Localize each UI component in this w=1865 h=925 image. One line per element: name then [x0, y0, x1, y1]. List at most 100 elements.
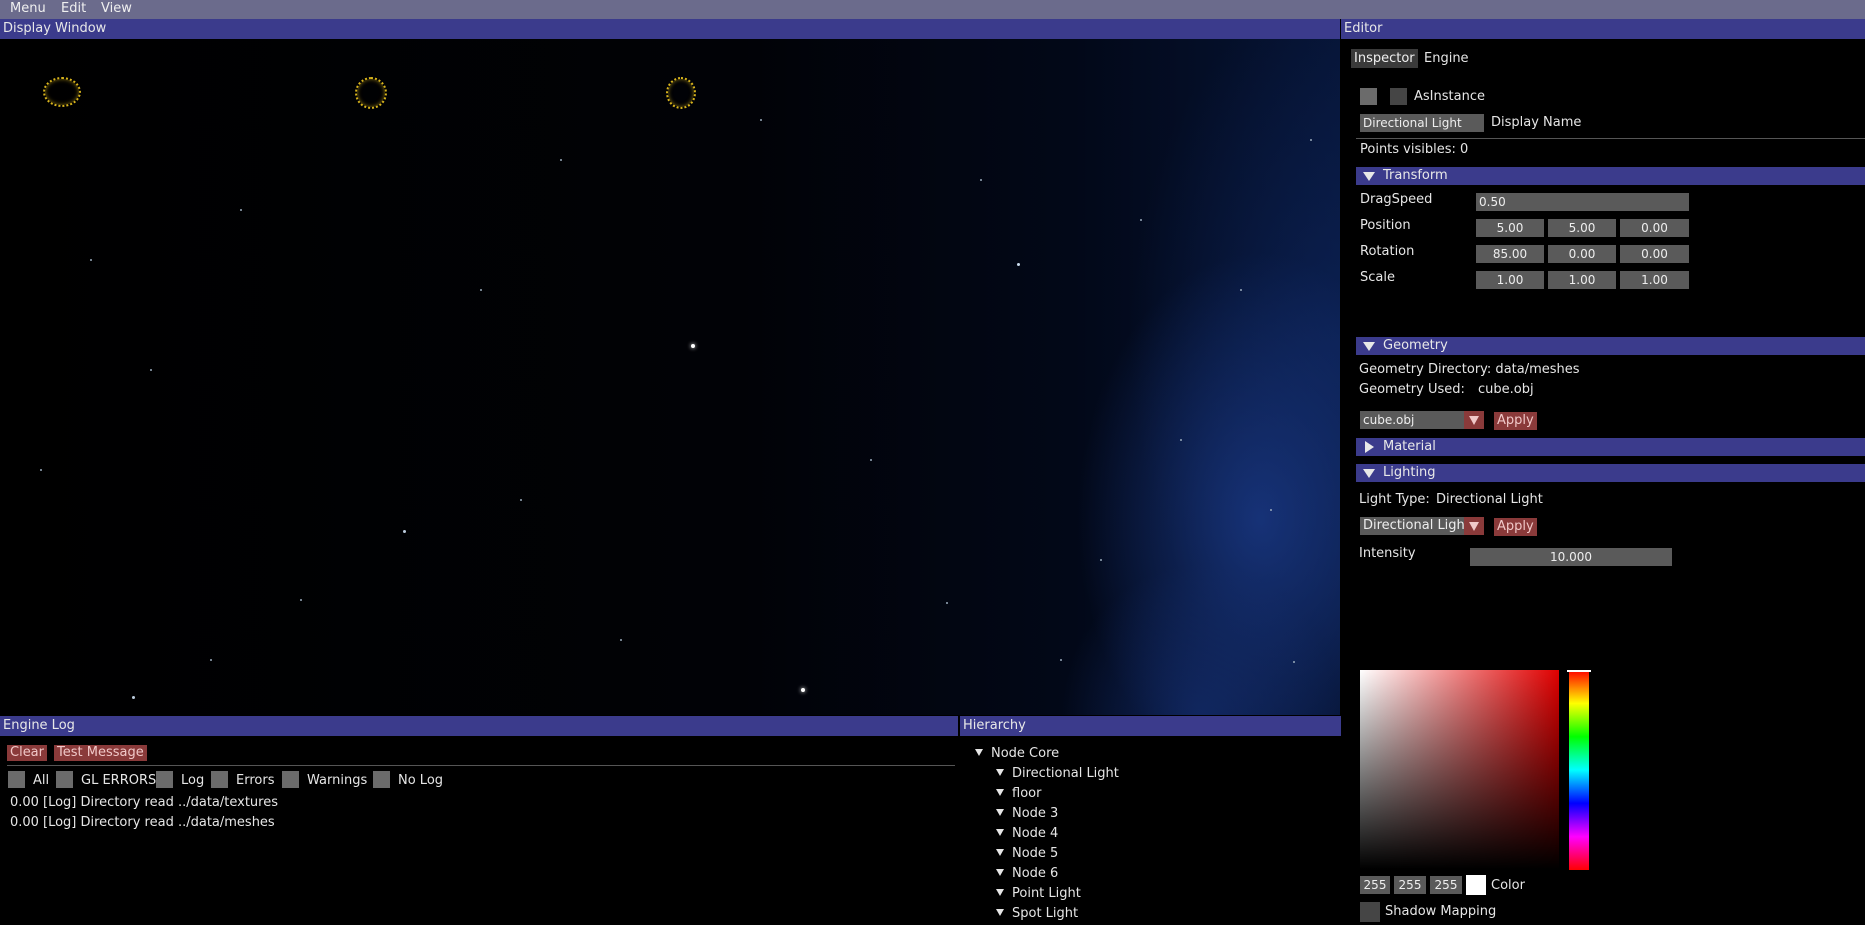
tree-node-label: Node 3 [1012, 806, 1059, 821]
geometry-apply-button[interactable]: Apply [1494, 412, 1537, 430]
star [1293, 661, 1295, 663]
rotation-z-input[interactable]: 0.00 [1620, 245, 1689, 263]
expand-down-icon [1363, 469, 1375, 478]
engine-log-title[interactable]: Engine Log [0, 716, 958, 736]
position-y-input[interactable]: 5.00 [1548, 219, 1616, 237]
collapse-icon [996, 829, 1004, 836]
position-z-input[interactable]: 0.00 [1620, 219, 1689, 237]
geometry-used-label: Geometry Used: [1359, 382, 1465, 397]
tree-node-root[interactable]: Node Core [975, 746, 1059, 761]
light-type-combo[interactable]: Directional Light [1360, 517, 1464, 535]
filter-warnings-label: Warnings [307, 773, 368, 788]
filter-errors-label: Errors [236, 773, 275, 788]
enabled-checkbox[interactable] [1360, 88, 1377, 105]
position-x-input[interactable]: 5.00 [1476, 219, 1544, 237]
light-gizmo-sphere[interactable] [43, 77, 81, 107]
test-message-button[interactable]: Test Message [54, 745, 147, 761]
star [1017, 263, 1020, 266]
tree-node-label: floor [1012, 786, 1042, 801]
material-header[interactable]: Material [1356, 438, 1865, 456]
rotation-y-input[interactable]: 0.00 [1548, 245, 1616, 263]
collapse-icon [975, 749, 983, 756]
display-name-input[interactable]: Directional Light [1360, 114, 1484, 132]
menu-menu[interactable]: Menu [10, 1, 46, 16]
light-gizmo-sphere[interactable] [355, 77, 387, 109]
menu-bar: Menu Edit View [0, 0, 1865, 19]
geometry-used-value: cube.obj [1478, 382, 1534, 397]
scale-label: Scale [1360, 270, 1395, 285]
star [40, 469, 42, 471]
star [520, 499, 522, 501]
shadow-mapping-checkbox[interactable] [1360, 902, 1380, 922]
tree-node[interactable]: Node 6 [996, 866, 1058, 881]
menu-edit[interactable]: Edit [61, 1, 86, 16]
scene-viewport[interactable] [0, 39, 1340, 715]
collapse-icon [996, 769, 1004, 776]
tree-node[interactable]: Node 3 [996, 806, 1058, 821]
star [980, 179, 982, 181]
collapse-icon [996, 809, 1004, 816]
scale-y-input[interactable]: 1.00 [1548, 271, 1616, 289]
tab-engine[interactable]: Engine [1424, 51, 1469, 66]
tree-node-label: Spot Light [1012, 906, 1079, 921]
tree-node[interactable]: floor [996, 786, 1041, 801]
display-window-title[interactable]: Display Window [0, 19, 1340, 39]
geometry-combo[interactable]: cube.obj [1360, 411, 1464, 429]
hue-slider-handle[interactable] [1567, 670, 1591, 672]
color-g-input[interactable]: 255 [1394, 876, 1426, 894]
lighting-header[interactable]: Lighting [1356, 464, 1865, 482]
star [946, 602, 948, 604]
filter-log-checkbox[interactable] [156, 771, 173, 788]
tree-node[interactable]: Node 4 [996, 826, 1058, 841]
star [691, 344, 695, 348]
tree-node-label: Directional Light [1012, 766, 1119, 781]
filter-gl-errors-checkbox[interactable] [56, 771, 73, 788]
filter-errors-checkbox[interactable] [211, 771, 228, 788]
filter-no-log-label: No Log [398, 773, 444, 788]
intensity-input[interactable]: 10.000 [1470, 548, 1672, 566]
star [560, 159, 562, 161]
geometry-header[interactable]: Geometry [1356, 337, 1865, 355]
filter-all-checkbox[interactable] [8, 771, 25, 788]
color-swatch[interactable] [1466, 875, 1486, 895]
star [480, 289, 482, 291]
lighting-apply-button[interactable]: Apply [1494, 518, 1537, 536]
filter-warnings-checkbox[interactable] [282, 771, 299, 788]
filter-no-log-checkbox[interactable] [373, 771, 390, 788]
light-type-value: Directional Light [1436, 492, 1543, 507]
color-saturation-value-picker[interactable] [1360, 670, 1559, 869]
rotation-x-input[interactable]: 85.00 [1476, 245, 1544, 263]
collapse-icon [996, 849, 1004, 856]
transform-header[interactable]: Transform [1356, 167, 1865, 185]
geometry-title: Geometry [1383, 338, 1448, 353]
hierarchy-title[interactable]: Hierarchy [960, 716, 1341, 736]
tree-node[interactable]: Directional Light [996, 766, 1119, 781]
color-b-input[interactable]: 255 [1430, 876, 1462, 894]
star [150, 369, 152, 371]
expand-down-icon [1363, 172, 1375, 181]
collapse-icon [996, 889, 1004, 896]
material-title: Material [1383, 439, 1436, 454]
editor-title[interactable]: Editor [1341, 19, 1865, 39]
chevron-down-icon[interactable] [1464, 411, 1484, 429]
expand-right-icon [1365, 441, 1374, 453]
display-name-label: Display Name [1491, 115, 1582, 130]
hue-slider[interactable] [1569, 670, 1589, 870]
drag-speed-input[interactable]: 0.50 [1476, 193, 1689, 211]
tree-node[interactable]: Spot Light [996, 906, 1078, 921]
collapse-icon [996, 869, 1004, 876]
scale-x-input[interactable]: 1.00 [1476, 271, 1544, 289]
scale-z-input[interactable]: 1.00 [1620, 271, 1689, 289]
tab-inspector[interactable]: Inspector [1351, 49, 1418, 68]
tree-node[interactable]: Point Light [996, 886, 1081, 901]
chevron-down-icon[interactable] [1464, 517, 1484, 535]
star [1180, 439, 1182, 441]
light-gizmo-sphere[interactable] [666, 77, 696, 109]
color-r-input[interactable]: 255 [1360, 876, 1390, 894]
star [403, 530, 406, 533]
clear-button[interactable]: Clear [7, 745, 47, 761]
filter-log-label: Log [181, 773, 205, 788]
as-instance-checkbox[interactable] [1390, 88, 1407, 105]
menu-view[interactable]: View [101, 1, 132, 16]
tree-node[interactable]: Node 5 [996, 846, 1058, 861]
